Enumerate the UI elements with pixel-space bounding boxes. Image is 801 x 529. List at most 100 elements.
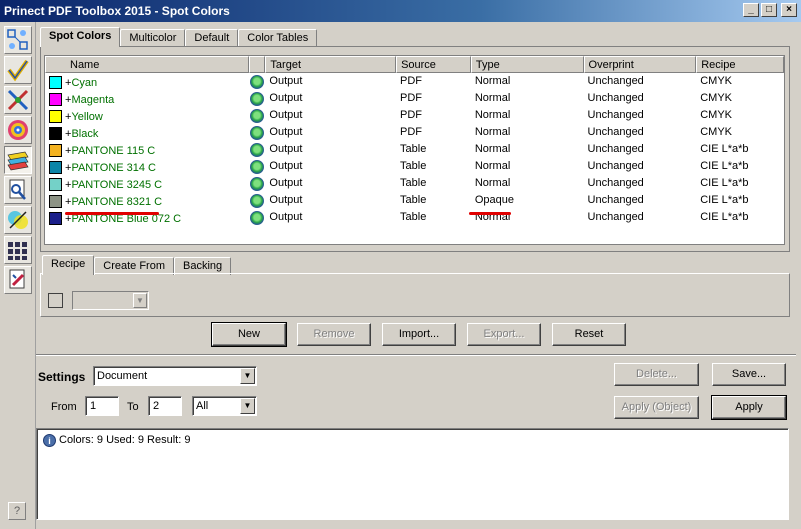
chevron-down-icon[interactable]: ▼ [133, 293, 147, 308]
save-button[interactable]: Save... [712, 363, 786, 386]
cell-overprint: Unchanged [587, 211, 644, 223]
cell-icon [249, 73, 265, 90]
cell-recipe: CIE L*a*b [700, 177, 749, 189]
cell-icon [249, 90, 265, 107]
column-header-name[interactable]: Name [45, 56, 250, 73]
cell-type: Normal [474, 109, 511, 121]
color-swatch [49, 144, 62, 157]
cell-type: Normal [474, 92, 511, 104]
minimize-button[interactable]: _ [743, 3, 759, 17]
cell-target: Output [269, 92, 303, 104]
cell-icon [249, 209, 265, 226]
cell-name: + PANTONE 115 C [45, 141, 249, 158]
table-row[interactable]: + PANTONE 8321 C Output Table Opaque Unchange… [45, 192, 784, 209]
column-header-icon[interactable] [249, 56, 266, 73]
spot-colors-icon [7, 151, 29, 171]
color-swatch [49, 76, 62, 89]
output-icon [250, 176, 265, 191]
new-button[interactable]: New [211, 322, 287, 347]
cell-source: Table [400, 160, 427, 172]
table-row[interactable]: + Magenta Output PDF Normal Unchanged CMYK [45, 90, 784, 107]
cell-icon [249, 141, 265, 158]
maximize-button[interactable]: □ [761, 3, 777, 17]
output-icon [250, 142, 265, 157]
tab-color-tables[interactable]: Color Tables [238, 29, 318, 47]
cell-overprint: Unchanged [587, 160, 644, 172]
column-header-overprint[interactable]: Overprint [583, 56, 697, 73]
cell-source: PDF [400, 75, 423, 87]
cell-icon [249, 192, 265, 209]
table-row[interactable]: + PANTONE 3245 C Output Table Normal Unchange… [45, 175, 784, 192]
cell-overprint: Unchanged [587, 143, 644, 155]
column-header-type[interactable]: Type [470, 56, 584, 73]
cell-type: Normal [474, 177, 511, 189]
tool-separation-button[interactable] [4, 206, 32, 234]
cell-overprint: Unchanged [587, 126, 644, 138]
cell-source: Table [400, 194, 427, 206]
cell-recipe: CIE L*a*b [700, 143, 749, 155]
cell-overprint: Unchanged [587, 109, 644, 121]
transform-icon [7, 89, 29, 111]
separation-icon [8, 211, 28, 229]
tab-multicolor[interactable]: Multicolor [120, 29, 186, 47]
tool-spot-colors-button[interactable] [4, 146, 32, 174]
to-input[interactable]: 2 [148, 396, 182, 416]
apply-button[interactable]: Apply [711, 395, 787, 420]
tool-sidebar: ? [0, 22, 36, 529]
cell-target: Output [269, 194, 303, 206]
table-row[interactable]: + Yellow Output PDF Normal Unchanged CMYK [45, 107, 784, 124]
tool-imposition-button[interactable] [4, 236, 32, 264]
color-disc-icon [8, 120, 28, 140]
settings-label: Settings [38, 370, 86, 384]
recipe-color-swatch[interactable] [48, 293, 63, 308]
tool-inspect-button[interactable] [4, 176, 32, 204]
close-button[interactable]: × [781, 3, 797, 17]
recipe-select[interactable]: ▼ [72, 291, 149, 310]
output-icon [250, 125, 265, 140]
tab-recipe[interactable]: Recipe [42, 255, 95, 275]
output-icon [250, 193, 265, 208]
cell-recipe: CIE L*a*b [700, 194, 749, 206]
color-name: PANTONE 3245 C [71, 178, 163, 191]
chevron-down-icon[interactable]: ▼ [240, 398, 255, 414]
output-icon [250, 210, 265, 225]
cell-type: Normal [474, 160, 511, 172]
color-name: PANTONE 314 C [71, 161, 157, 174]
export-button[interactable]: Export... [467, 323, 541, 346]
column-header-target[interactable]: Target [265, 56, 397, 73]
chevron-down-icon[interactable]: ▼ [240, 368, 255, 384]
objects-icon [7, 29, 28, 50]
tool-objects-button[interactable] [4, 26, 32, 54]
import-button[interactable]: Import... [382, 323, 456, 346]
settings-select[interactable]: Document ▼ [93, 366, 257, 386]
color-name: PANTONE 115 C [71, 144, 156, 157]
recipe-tabs: Recipe Create From Backing [42, 255, 232, 275]
tab-default[interactable]: Default [185, 29, 239, 47]
cell-source: PDF [400, 92, 423, 104]
info-icon: i [43, 434, 56, 447]
table-row[interactable]: + Cyan Output PDF Normal Unchanged CMYK [45, 73, 784, 90]
tool-preflight-button[interactable] [4, 56, 32, 84]
delete-button[interactable]: Delete... [614, 363, 699, 386]
tool-color-button[interactable] [4, 116, 32, 144]
pages-select[interactable]: All ▼ [192, 396, 257, 416]
cell-name: + PANTONE 8321 C [45, 192, 249, 209]
help-button[interactable]: ? [8, 502, 26, 520]
cell-recipe: CMYK [700, 126, 733, 138]
reset-button[interactable]: Reset [552, 323, 626, 346]
cell-target: Output [269, 211, 303, 223]
cell-recipe: CIE L*a*b [700, 160, 749, 172]
apply-object-button[interactable]: Apply (Object) [614, 396, 699, 419]
tool-transform-button[interactable] [4, 86, 32, 114]
table-row[interactable]: + Black Output PDF Normal Unchanged CMYK [45, 124, 784, 141]
column-header-source[interactable]: Source [396, 56, 471, 73]
from-input[interactable]: 1 [85, 396, 119, 416]
table-row[interactable]: + PANTONE 115 C Output Table Normal Unchanged… [45, 141, 784, 158]
column-header-recipe[interactable]: Recipe [696, 56, 784, 73]
tool-fonts-button[interactable] [4, 266, 32, 294]
cell-target: Output [269, 160, 303, 172]
table-row[interactable]: + PANTONE 314 C Output Table Normal Unchanged… [45, 158, 784, 175]
remove-button[interactable]: Remove [297, 323, 371, 346]
tab-spot-colors[interactable]: Spot Colors [40, 27, 121, 47]
color-name: PANTONE 8321 C [71, 195, 163, 208]
